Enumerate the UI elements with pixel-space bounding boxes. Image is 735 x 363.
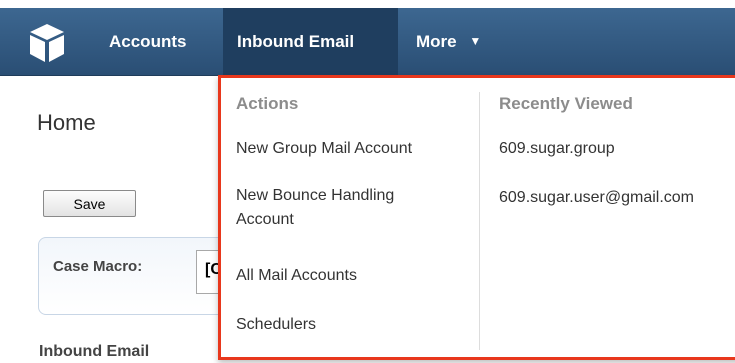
nav-tab-accounts[interactable]: Accounts [95, 8, 209, 75]
section-title: Inbound Email [39, 343, 150, 360]
actions-header: Actions [236, 94, 299, 113]
sugar-cube-logo-icon[interactable] [27, 22, 67, 64]
page-title: Home [37, 110, 96, 135]
menu-item-new-group-mail-account[interactable]: New Group Mail Account [236, 137, 412, 161]
nav-tab-more[interactable]: More ▼ [402, 8, 512, 75]
nav-tab-label: More [416, 32, 457, 51]
column-divider [479, 92, 480, 350]
recently-viewed-header: Recently Viewed [499, 94, 633, 113]
top-stripe [0, 0, 735, 8]
case-macro-panel: Case Macro: [C [38, 237, 256, 315]
caret-down-icon: ▼ [469, 34, 482, 48]
nav-tab-inbound-email[interactable]: Inbound Email [223, 8, 398, 75]
nav-tab-label: Inbound Email [237, 32, 355, 51]
more-dropdown-menu: Actions Recently Viewed New Group Mail A… [218, 75, 735, 360]
menu-item-new-bounce-handling-account[interactable]: New Bounce Handling Account [236, 184, 394, 232]
recent-item-sugar-user[interactable]: 609.sugar.user@gmail.com [499, 186, 694, 210]
nav-tab-label: Accounts [109, 32, 187, 51]
menu-item-all-mail-accounts[interactable]: All Mail Accounts [236, 264, 357, 288]
save-button[interactable]: Save [43, 190, 136, 217]
case-macro-label: Case Macro: [53, 258, 143, 275]
menu-item-schedulers[interactable]: Schedulers [236, 313, 316, 337]
top-navigation-bar: Accounts Inbound Email More ▼ [0, 0, 735, 76]
recent-item-sugar-group[interactable]: 609.sugar.group [499, 137, 615, 161]
